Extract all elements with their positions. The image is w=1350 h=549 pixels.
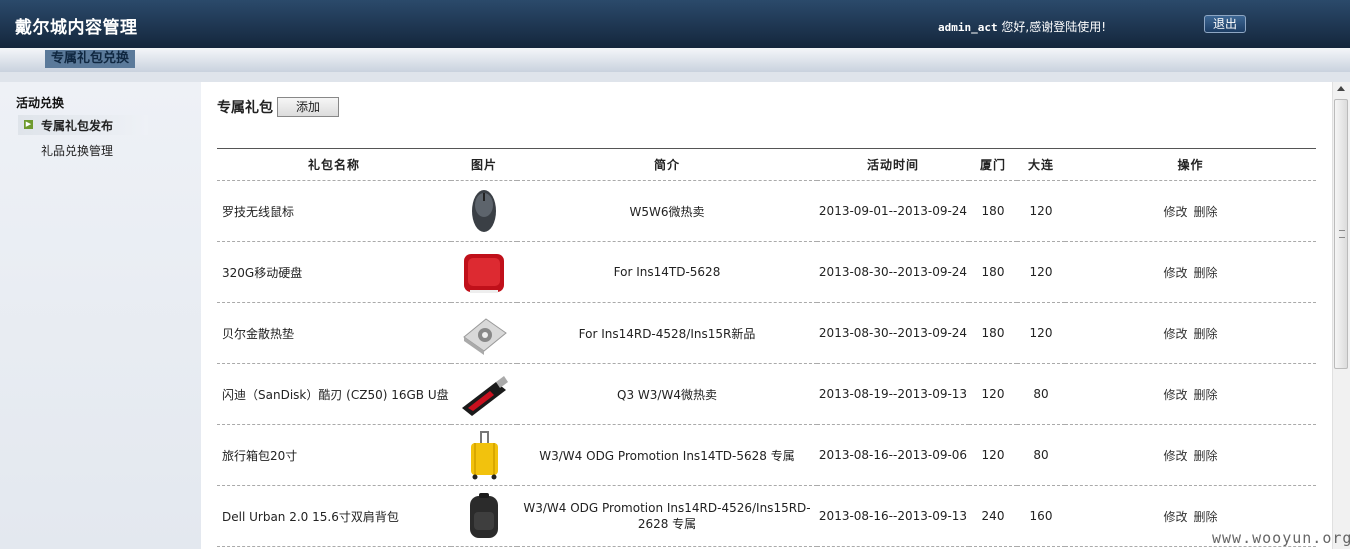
logout-button[interactable]: 退出 <box>1204 15 1246 33</box>
gift-desc: For Ins14TD-5628 <box>517 241 817 303</box>
scrollbar-thumb[interactable] <box>1334 99 1348 369</box>
sidebar-item-gift-exchange-manage[interactable]: 礼品兑换管理 <box>41 142 113 159</box>
delete-link[interactable]: 删除 <box>1194 327 1218 341</box>
col-header-name: 礼包名称 <box>217 148 451 181</box>
gift-image-cell <box>451 302 517 364</box>
row-actions: 修改 删除 <box>1065 302 1316 364</box>
app-title: 戴尔城内容管理 <box>15 18 138 38</box>
row-actions: 修改 删除 <box>1065 424 1316 486</box>
gift-period: 2013-08-16--2013-09-13 <box>817 485 969 547</box>
dalian-value: 80 <box>1017 363 1065 425</box>
tab-exclusive-gift-exchange[interactable]: 专属礼包兑换 <box>45 50 136 68</box>
dalian-value: 120 <box>1017 180 1065 242</box>
col-header-dalian: 大连 <box>1017 148 1065 181</box>
table-row: Dell Urban 2.0 15.6寸双肩背包 W3/W4 ODG Promo… <box>217 485 1316 547</box>
gift-period: 2013-08-19--2013-09-13 <box>817 363 969 425</box>
xiamen-value: 180 <box>969 302 1017 364</box>
hard-drive-image <box>460 246 508 298</box>
row-actions: 修改 删除 <box>1065 363 1316 425</box>
edit-link[interactable]: 修改 <box>1163 388 1187 402</box>
gift-period: 2013-08-30--2013-09-24 <box>817 241 969 303</box>
dalian-value: 160 <box>1017 485 1065 547</box>
add-button[interactable]: 添加 <box>277 97 339 117</box>
sidebar: 活动兑换 ▶ 专属礼包发布 礼品兑换管理 <box>0 82 201 549</box>
top-header: 戴尔城内容管理 admin_act 您好,感谢登陆使用! 退出 <box>0 0 1350 48</box>
username: admin_act <box>938 21 998 34</box>
col-header-image: 图片 <box>451 148 517 181</box>
edit-link[interactable]: 修改 <box>1163 205 1187 219</box>
gift-name: 闪迪（SanDisk）酷刃 (CZ50) 16GB U盘 <box>217 363 451 425</box>
table-row: 罗技无线鼠标 W5W6微热卖 2013-09-01--2013-09-24 18… <box>217 180 1316 242</box>
gift-name: 罗技无线鼠标 <box>217 180 451 242</box>
dalian-value: 80 <box>1017 424 1065 486</box>
cooling-pad-image <box>460 307 508 359</box>
xiamen-value: 120 <box>969 363 1017 425</box>
gift-period: 2013-08-30--2013-09-24 <box>817 302 969 364</box>
nav-tabbar: 专属礼包兑换 <box>0 48 1350 73</box>
col-header-xiamen: 厦门 <box>969 148 1017 181</box>
table-row: 贝尔金散热垫 For Ins14RD-4528/Ins15R新品 2013-08… <box>217 302 1316 364</box>
table-row: 闪迪（SanDisk）酷刃 (CZ50) 16GB U盘 Q3 W3/W4微热卖… <box>217 363 1316 425</box>
table-row: 320G移动硬盘 For Ins14TD-5628 2013-08-30--20… <box>217 241 1316 303</box>
page-title: 专属礼包 <box>217 100 273 116</box>
welcome-text: 您好,感谢登陆使用! <box>997 20 1107 34</box>
gift-desc: W5W6微热卖 <box>517 180 817 242</box>
gift-table: 礼包名称 图片 简介 活动时间 厦门 大连 操作 罗技无线鼠标 W5W6微热卖 … <box>217 148 1316 547</box>
dalian-value: 120 <box>1017 241 1065 303</box>
suitcase-image <box>460 429 508 481</box>
table-header-row: 礼包名称 图片 简介 活动时间 厦门 大连 操作 <box>217 148 1316 181</box>
xiamen-value: 240 <box>969 485 1017 547</box>
main-content: 专属礼包 添加 礼包名称 图片 简介 活动时间 厦门 大连 操作 罗技无线鼠标 … <box>201 82 1332 549</box>
dalian-value: 120 <box>1017 302 1065 364</box>
gift-desc: For Ins14RD-4528/Ins15R新品 <box>517 302 817 364</box>
edit-link[interactable]: 修改 <box>1163 449 1187 463</box>
gift-name: 旅行箱包20寸 <box>217 424 451 486</box>
mouse-image <box>460 185 508 237</box>
scroll-up-arrow-icon[interactable] <box>1337 86 1345 91</box>
gift-desc: W3/W4 ODG Promotion Ins14RD-4526/Ins15RD… <box>517 485 817 547</box>
edit-link[interactable]: 修改 <box>1163 327 1187 341</box>
table-row: 旅行箱包20寸 W3/W4 ODG Promotion Ins14TD-5628… <box>217 424 1316 486</box>
col-header-period: 活动时间 <box>817 148 969 181</box>
gift-desc: Q3 W3/W4微热卖 <box>517 363 817 425</box>
delete-link[interactable]: 删除 <box>1194 510 1218 524</box>
sidebar-item-label: 专属礼包发布 <box>41 119 114 133</box>
col-header-desc: 简介 <box>517 148 817 181</box>
usb-drive-image <box>460 368 508 420</box>
gift-image-cell <box>451 424 517 486</box>
xiamen-value: 180 <box>969 180 1017 242</box>
sidebar-section-title: 活动兑换 <box>16 96 65 110</box>
col-header-actions: 操作 <box>1065 148 1316 181</box>
xiamen-value: 120 <box>969 424 1017 486</box>
arrow-right-icon: ▶ <box>24 120 33 129</box>
delete-link[interactable]: 删除 <box>1194 266 1218 280</box>
row-actions: 修改 删除 <box>1065 241 1316 303</box>
backpack-image <box>460 490 508 542</box>
vertical-scrollbar[interactable] <box>1332 82 1350 549</box>
edit-link[interactable]: 修改 <box>1163 266 1187 280</box>
welcome-message: admin_act 您好,感谢登陆使用! <box>938 18 1106 35</box>
delete-link[interactable]: 删除 <box>1194 205 1218 219</box>
gift-name: 贝尔金散热垫 <box>217 302 451 364</box>
row-actions: 修改 删除 <box>1065 180 1316 242</box>
delete-link[interactable]: 删除 <box>1194 449 1218 463</box>
edit-link[interactable]: 修改 <box>1163 510 1187 524</box>
grip-icon <box>1339 230 1345 238</box>
delete-link[interactable]: 删除 <box>1194 388 1218 402</box>
sidebar-item-gift-publish[interactable]: ▶ 专属礼包发布 <box>18 115 148 135</box>
gift-image-cell <box>451 241 517 303</box>
gift-name: 320G移动硬盘 <box>217 241 451 303</box>
tabbar-divider <box>0 72 1350 82</box>
gift-image-cell <box>451 363 517 425</box>
gift-name: Dell Urban 2.0 15.6寸双肩背包 <box>217 485 451 547</box>
gift-period: 2013-09-01--2013-09-24 <box>817 180 969 242</box>
gift-image-cell <box>451 485 517 547</box>
xiamen-value: 180 <box>969 241 1017 303</box>
gift-image-cell <box>451 180 517 242</box>
gift-desc: W3/W4 ODG Promotion Ins14TD-5628 专属 <box>517 424 817 486</box>
watermark: www.wooyun.org <box>1212 529 1350 547</box>
gift-period: 2013-08-16--2013-09-06 <box>817 424 969 486</box>
